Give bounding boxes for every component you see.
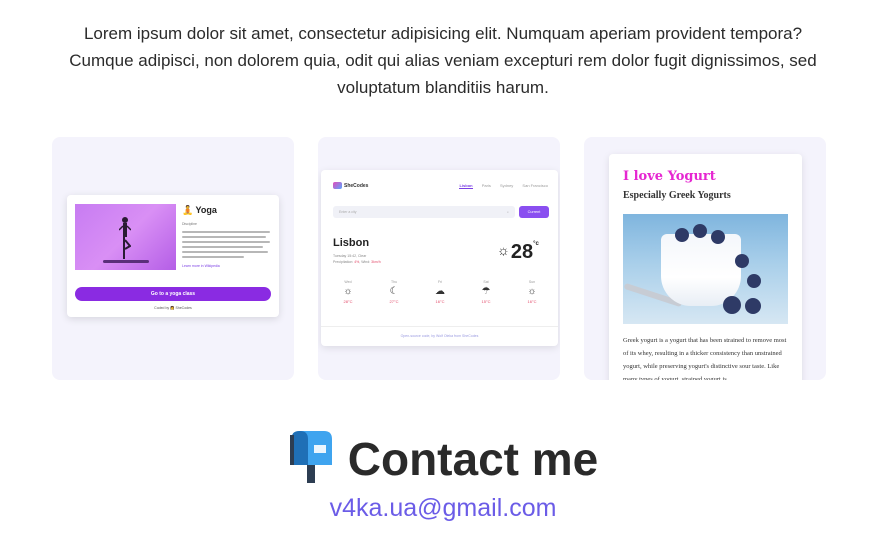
forecast-day: Fri ☁ 16°C xyxy=(425,280,455,304)
search-icon: ⌕ xyxy=(507,210,509,214)
weather-preview: SheCodes Lisbon Paris Sydney San Francis… xyxy=(321,170,558,346)
contact-email-link[interactable]: v4ka.ua@gmail.com xyxy=(0,492,886,524)
forecast-day: Wed ☼ 28°C xyxy=(333,280,363,304)
blueberry-shape xyxy=(747,274,761,288)
shecodes-logo-icon xyxy=(333,182,342,189)
weather-temperature: ☼28°c xyxy=(497,241,539,263)
sun-icon: ☼ xyxy=(527,286,537,297)
rain-icon: ☂ xyxy=(481,286,491,297)
projects-grid: 🧘 Yoga Discipline Learn more in Wikipedi… xyxy=(52,137,826,380)
forecast-day: Sun ☼ 16°C xyxy=(517,280,547,304)
sun-icon: ☼ xyxy=(497,242,510,258)
forecast-day: Thu ☾ 27°C xyxy=(379,280,409,304)
yoga-description-lines xyxy=(182,231,270,261)
project-card-yoga[interactable]: 🧘 Yoga Discipline Learn more in Wikipedi… xyxy=(52,137,294,380)
weather-meta: Tuesday 15:42, Clear Precipitation: 4%, … xyxy=(333,254,381,264)
weather-city: Lisbon xyxy=(333,237,370,249)
yoga-class-button[interactable]: Go to a yoga class xyxy=(75,287,271,301)
mailbox-icon xyxy=(289,431,332,483)
weather-nav-san-francisco[interactable]: San Francisco xyxy=(522,183,548,188)
blueberry-shape xyxy=(723,296,741,314)
yoga-credit: Coded by 👩 SheCodes xyxy=(154,306,192,310)
contact-heading: Contact me xyxy=(0,428,886,490)
intro-paragraph: Lorem ipsum dolor sit amet, consectetur … xyxy=(69,24,817,97)
blueberry-shape xyxy=(745,298,761,314)
yogurt-preview: I love Yogurt Especially Greek Yogurts G… xyxy=(609,154,802,380)
yoga-wikipedia-link[interactable]: Learn more in Wikipedia xyxy=(182,264,220,268)
yoga-figure-icon xyxy=(119,217,131,259)
yoga-preview: 🧘 Yoga Discipline Learn more in Wikipedi… xyxy=(67,195,279,317)
weather-nav-sydney[interactable]: Sydney xyxy=(500,183,513,188)
yogurt-image xyxy=(623,214,788,324)
project-card-yogurt[interactable]: I love Yogurt Especially Greek Yogurts G… xyxy=(584,137,826,380)
yogurt-title: I love Yogurt xyxy=(623,169,716,184)
project-card-weather[interactable]: SheCodes Lisbon Paris Sydney San Francis… xyxy=(318,137,560,380)
weather-nav-paris[interactable]: Paris xyxy=(482,183,491,188)
weather-logo: SheCodes xyxy=(333,182,368,189)
blueberry-shape xyxy=(711,230,725,244)
cloud-icon: ☁ xyxy=(435,286,445,297)
yoga-mat xyxy=(103,260,149,263)
sun-icon: ☼ xyxy=(343,286,353,297)
yogurt-glass-shape xyxy=(661,234,741,306)
weather-footer[interactable]: Open-source code, by Wolf Oleka from She… xyxy=(321,334,558,338)
forecast-day: Sat ☂ 15°C xyxy=(471,280,501,304)
weather-city-nav: Lisbon Paris Sydney San Francisco xyxy=(451,183,548,189)
yoga-image xyxy=(75,204,176,270)
moon-icon: ☾ xyxy=(389,286,399,297)
blueberry-shape xyxy=(693,224,707,238)
blueberry-shape xyxy=(735,254,749,268)
yoga-subtitle: Discipline xyxy=(182,222,197,226)
weather-nav-lisbon[interactable]: Lisbon xyxy=(459,183,473,189)
yogurt-subtitle: Especially Greek Yogurts xyxy=(623,190,731,201)
divider xyxy=(321,326,558,327)
weather-current-button[interactable]: Current xyxy=(519,206,549,218)
weather-search-input[interactable]: Enter a city ⌕ xyxy=(333,206,515,218)
yogurt-description: Greek yogurt is a yogurt that has been s… xyxy=(623,337,787,380)
yoga-title: 🧘 Yoga xyxy=(182,205,217,215)
blueberry-shape xyxy=(675,228,689,242)
